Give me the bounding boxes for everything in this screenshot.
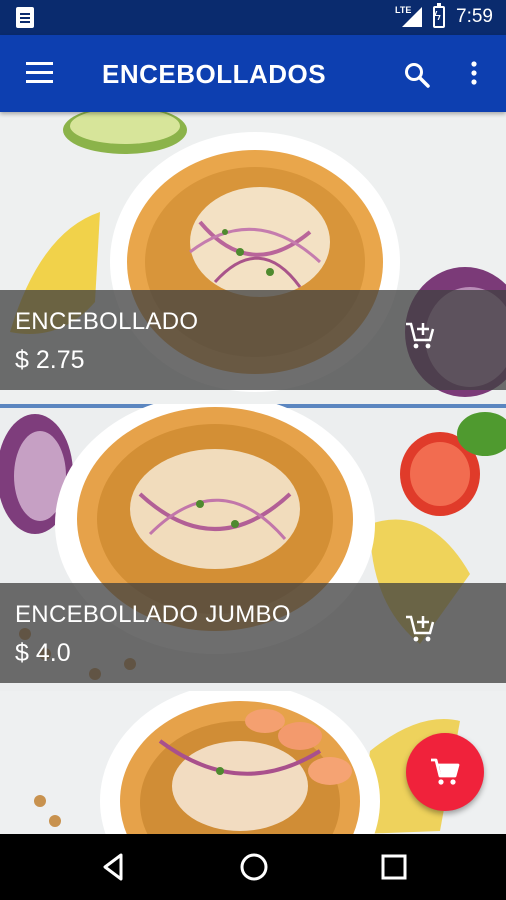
system-nav-bar <box>0 834 506 900</box>
product-name: ENCEBOLLADO JUMBO <box>15 601 291 628</box>
status-time: 7:59 <box>456 6 493 27</box>
product-list: ENCEBOLLADO $ 2.75 ENCEBOLLADO JUMBO $ 4… <box>0 112 506 834</box>
add-to-cart-icon[interactable] <box>404 613 436 645</box>
product-price: $ 2.75 <box>15 346 85 374</box>
menu-icon[interactable] <box>26 62 54 84</box>
product-info-overlay-jumbo: ENCEBOLLADO JUMBO $ 4.0 <box>0 583 506 683</box>
more-vert-icon[interactable] <box>464 60 484 88</box>
add-to-cart-icon[interactable] <box>404 320 436 352</box>
search-icon[interactable] <box>403 61 431 89</box>
battery-icon <box>433 3 445 28</box>
home-icon[interactable] <box>236 849 272 885</box>
shopping-cart-icon <box>431 758 460 785</box>
notification-icon <box>16 7 34 28</box>
status-bar: LTE 7:59 <box>0 0 506 35</box>
signal-icon <box>402 7 422 27</box>
product-card[interactable]: ENCEBOLLADO $ 2.75 <box>0 112 506 404</box>
page-title: ENCEBOLLADOS <box>102 59 327 89</box>
cart-fab-button[interactable] <box>406 733 484 811</box>
app-bar: ENCEBOLLADOS <box>0 35 506 112</box>
product-info-overlay: ENCEBOLLADO $ 2.75 <box>0 290 506 390</box>
product-name: ENCEBOLLADO <box>15 308 199 335</box>
recents-icon[interactable] <box>376 849 412 885</box>
back-icon[interactable] <box>97 849 133 885</box>
product-price: $ 4.0 <box>15 639 71 667</box>
